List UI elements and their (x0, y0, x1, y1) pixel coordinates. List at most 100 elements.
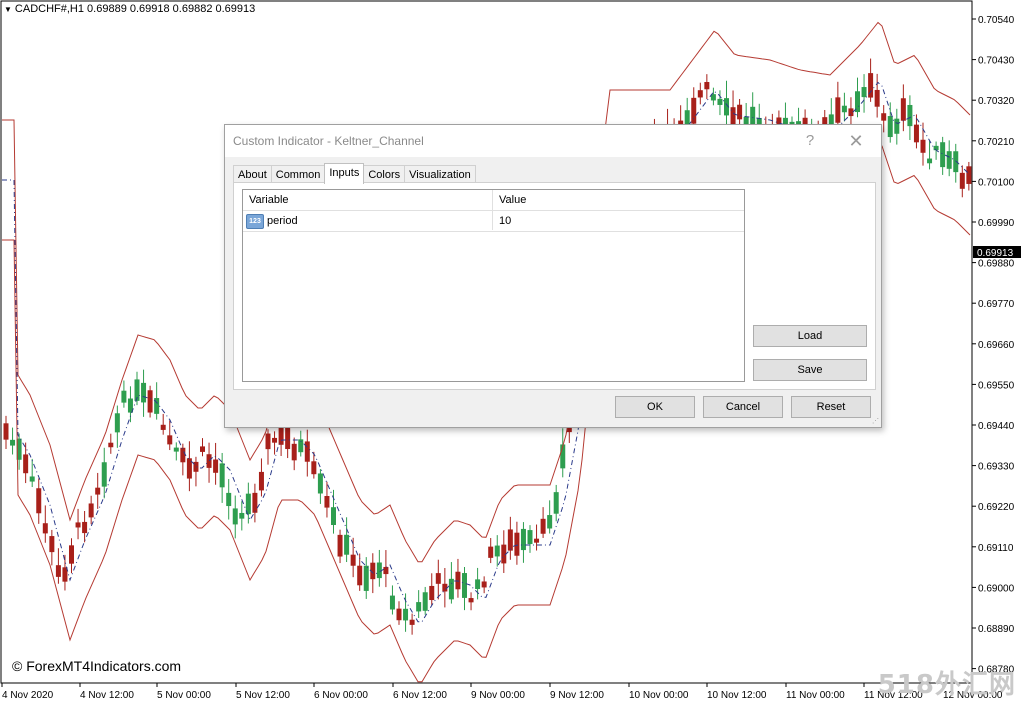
candle-body (442, 583, 448, 592)
candle-body (75, 522, 81, 528)
candle-body (219, 463, 225, 488)
candle-body (42, 523, 48, 534)
candle-body (894, 118, 900, 134)
candle-body (337, 534, 343, 557)
candle-body (82, 521, 88, 534)
candle-body (193, 461, 199, 472)
price-label: 0.68890 (978, 624, 1015, 635)
candle-body (304, 441, 310, 462)
tab-inputs[interactable]: Inputs (324, 163, 365, 184)
cancel-button[interactable]: Cancel (703, 396, 783, 418)
candle-body (291, 443, 297, 461)
candle-body (114, 413, 120, 433)
candle-body (959, 172, 965, 189)
close-icon[interactable]: ✕ (843, 130, 869, 152)
load-button[interactable]: Load (753, 325, 867, 347)
candle-body (881, 113, 887, 121)
candle-body (344, 534, 350, 555)
candle-body (206, 454, 212, 468)
candle-body (272, 437, 278, 443)
candle-body (691, 97, 697, 124)
save-button[interactable]: Save (753, 359, 867, 381)
candle-body (403, 608, 409, 621)
candle-body (409, 619, 415, 625)
candle-body (147, 390, 153, 413)
price-label: 0.69000 (978, 583, 1015, 594)
candle-body (141, 382, 147, 403)
dialog-titlebar[interactable]: Custom Indicator - Keltner_Channel ? ✕ (225, 125, 881, 157)
time-label: 6 Nov 00:00 (314, 690, 368, 701)
candle-body (540, 518, 546, 534)
candle-body (69, 545, 74, 564)
candle-body (23, 454, 29, 474)
price-label: 0.70320 (978, 96, 1015, 107)
candle-body (239, 512, 245, 519)
candle-body (232, 508, 238, 525)
resize-grip-icon[interactable]: ⋰ (872, 418, 880, 426)
candle-body (547, 515, 553, 529)
time-label: 9 Nov 12:00 (550, 690, 604, 701)
variable-value[interactable]: 10 (499, 215, 511, 227)
ok-button[interactable]: OK (615, 396, 695, 418)
candle-body (389, 595, 395, 610)
candle-body (173, 447, 179, 452)
candle-body (737, 104, 743, 120)
candle-body (88, 503, 94, 518)
candle-body (927, 158, 933, 164)
candle-body (10, 439, 16, 446)
candle-body (363, 565, 369, 591)
candle-body (258, 471, 264, 491)
candle-body (29, 476, 35, 482)
candle-body (101, 462, 107, 487)
candle-body (121, 390, 127, 403)
candle-body (704, 82, 710, 90)
candle-body (750, 106, 756, 126)
copyright-text: © ForexMT4Indicators.com (12, 658, 182, 674)
candle-body (383, 566, 389, 575)
dialog-title: Custom Indicator - Keltner_Channel (233, 134, 424, 148)
price-label: 0.69440 (978, 421, 1015, 432)
candle-body (534, 538, 540, 543)
candle-body (900, 98, 906, 121)
table-row[interactable]: 123 period 10 (243, 211, 744, 232)
candle-body (49, 536, 55, 553)
candle-body (946, 151, 952, 169)
candle-body (717, 98, 723, 105)
candle-body (507, 529, 513, 551)
candle-body (481, 581, 487, 588)
candle-body (553, 492, 559, 514)
candle-body (357, 565, 363, 586)
header-variable[interactable]: Variable (249, 194, 289, 206)
candle-body (435, 573, 441, 584)
integer-type-icon: 123 (246, 214, 264, 229)
reset-button[interactable]: Reset (791, 396, 871, 418)
price-label: 0.70540 (978, 15, 1015, 26)
candle-body (265, 433, 271, 450)
candle-body (167, 435, 173, 445)
time-label: 4 Nov 12:00 (80, 690, 134, 701)
candle-body (966, 166, 972, 184)
candle-body (841, 105, 847, 113)
price-label: 0.69550 (978, 380, 1015, 391)
price-label: 0.69220 (978, 502, 1015, 513)
price-label: 0.69660 (978, 340, 1015, 351)
price-label: 0.69110 (978, 543, 1014, 554)
variable-name: period (267, 215, 298, 227)
candle-body (468, 598, 474, 603)
current-price-label: 0.69913 (977, 248, 1014, 259)
time-label: 11 Nov 00:00 (786, 690, 845, 701)
price-label: 0.70210 (978, 137, 1015, 148)
candle-body (55, 565, 61, 577)
candle-body (285, 426, 291, 450)
symbol-dropdown-icon[interactable]: ▼ (4, 5, 12, 14)
time-label: 5 Nov 12:00 (236, 690, 290, 701)
candle-body (396, 608, 402, 621)
help-icon[interactable]: ? (797, 130, 823, 152)
inputs-table: Variable Value 123 period 10 (242, 189, 745, 382)
candle-body (200, 446, 205, 452)
candle-body (429, 585, 435, 601)
candle-body (331, 507, 336, 526)
time-label: 4 Nov 2020 (2, 690, 54, 701)
price-label: 0.69990 (978, 218, 1015, 229)
header-value[interactable]: Value (499, 194, 526, 206)
